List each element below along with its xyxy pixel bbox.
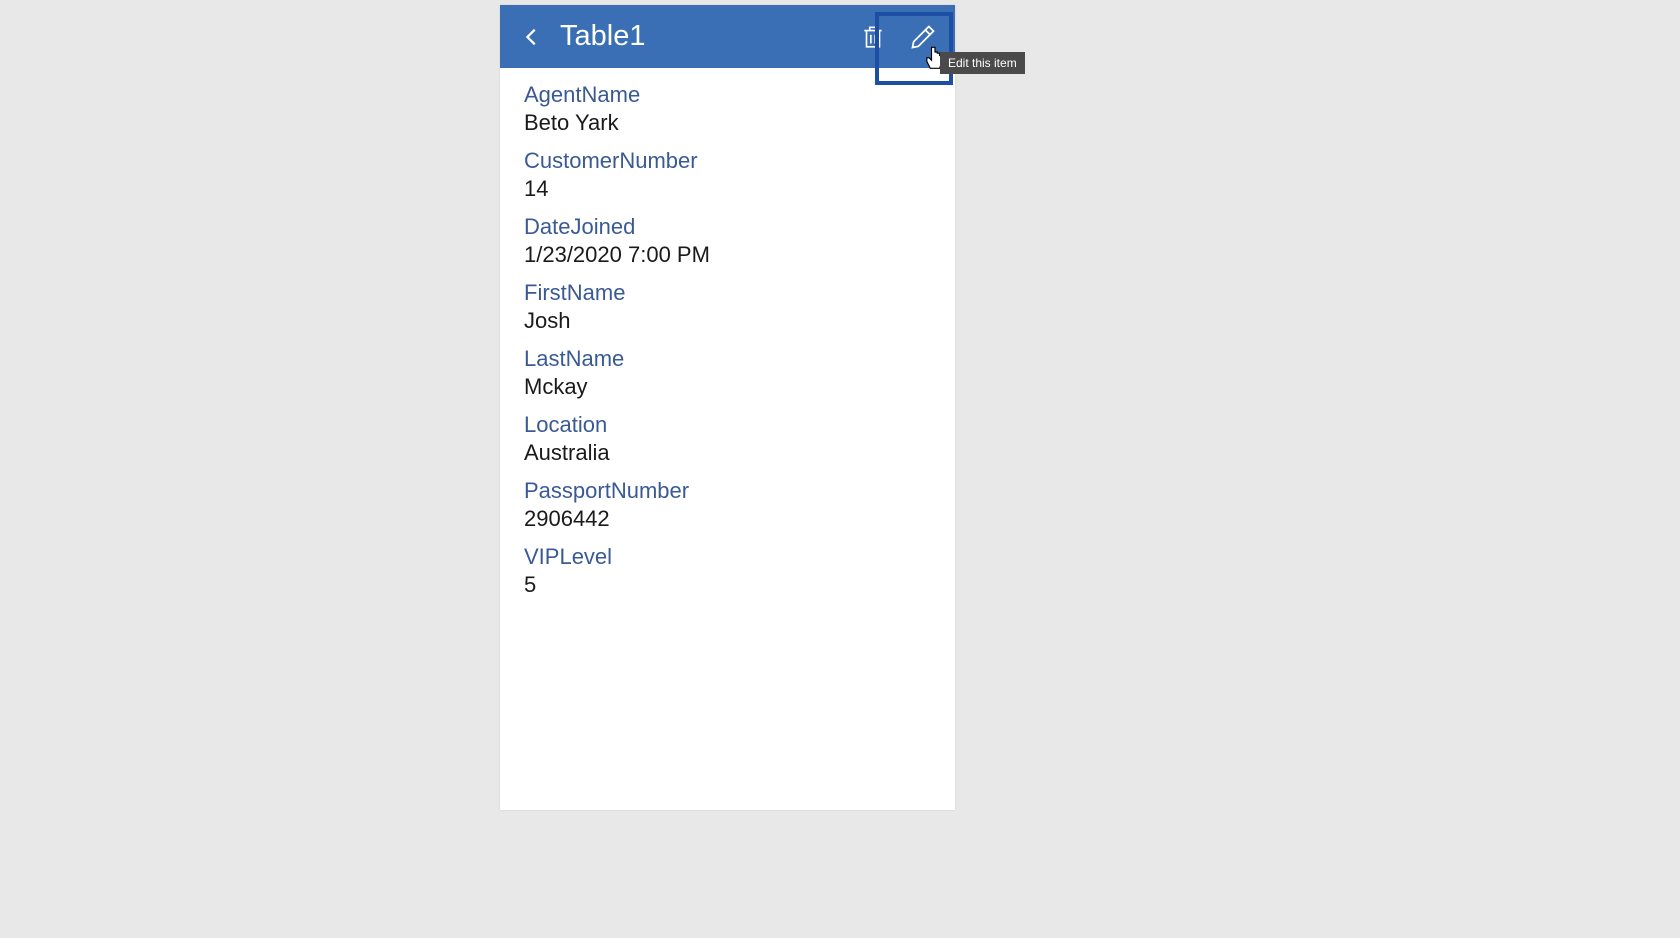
field-value: Beto Yark xyxy=(524,110,931,136)
field-value: 1/23/2020 7:00 PM xyxy=(524,242,931,268)
field-value: 5 xyxy=(524,572,931,598)
back-button[interactable] xyxy=(512,17,552,57)
field-label: Location xyxy=(524,412,931,438)
field-value: Josh xyxy=(524,308,931,334)
field-firstname: FirstName Josh xyxy=(524,280,931,334)
field-label: LastName xyxy=(524,346,931,372)
field-value: 2906442 xyxy=(524,506,931,532)
detail-content: AgentName Beto Yark CustomerNumber 14 Da… xyxy=(500,68,955,624)
field-label: FirstName xyxy=(524,280,931,306)
field-label: CustomerNumber xyxy=(524,148,931,174)
field-passportnumber: PassportNumber 2906442 xyxy=(524,478,931,532)
field-agentname: AgentName Beto Yark xyxy=(524,82,931,136)
field-lastname: LastName Mckay xyxy=(524,346,931,400)
field-label: AgentName xyxy=(524,82,931,108)
app-container: Table1 AgentN xyxy=(500,5,955,810)
edit-tooltip: Edit this item xyxy=(940,52,1025,74)
field-datejoined: DateJoined 1/23/2020 7:00 PM xyxy=(524,214,931,268)
trash-icon xyxy=(860,24,886,50)
field-value: 14 xyxy=(524,176,931,202)
pencil-icon xyxy=(909,23,937,51)
field-label: VIPLevel xyxy=(524,544,931,570)
field-customernumber: CustomerNumber 14 xyxy=(524,148,931,202)
edit-button[interactable] xyxy=(903,17,943,57)
chevron-left-icon xyxy=(521,26,543,48)
field-label: PassportNumber xyxy=(524,478,931,504)
page-title: Table1 xyxy=(560,20,853,53)
delete-button[interactable] xyxy=(853,17,893,57)
edit-button-wrapper xyxy=(903,17,943,57)
field-value: Australia xyxy=(524,440,931,466)
field-label: DateJoined xyxy=(524,214,931,240)
field-location: Location Australia xyxy=(524,412,931,466)
field-value: Mckay xyxy=(524,374,931,400)
field-viplevel: VIPLevel 5 xyxy=(524,544,931,598)
header-bar: Table1 xyxy=(500,5,955,68)
